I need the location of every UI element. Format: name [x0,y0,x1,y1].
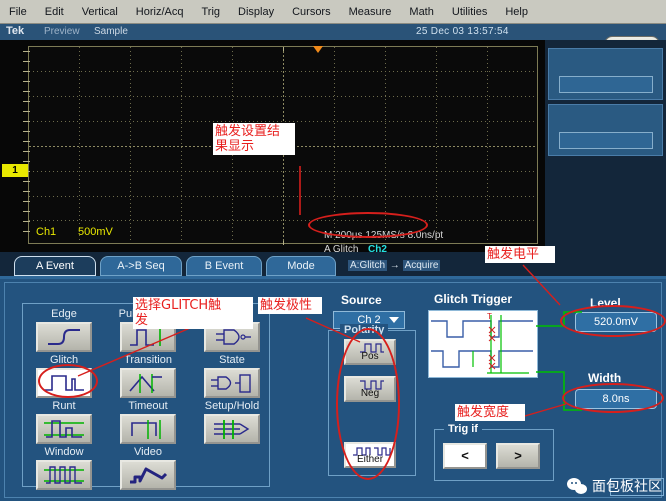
menu-bar: File Edit Vertical Horiz/Acq Trig Displa… [0,0,666,24]
channel-1-label: Ch1 [36,226,57,238]
menu-item-edit[interactable]: Edit [36,1,73,23]
video-icon [130,467,168,484]
tab-a-event[interactable]: A Event [14,256,96,276]
trig-if-label: Trig if [444,423,482,435]
trigger-position-marker[interactable] [313,46,323,53]
arrow-icon: → [389,260,400,271]
menu-item-utilities[interactable]: Utilities [443,1,496,23]
vertical-tick-ladder [22,46,30,244]
trigger-type-edge[interactable] [36,322,92,352]
annotation-ellipse-width [562,383,664,413]
anno-trigger-level: 触发电平 [485,246,555,263]
trigger-type-label-runt: Runt [52,400,76,412]
menu-item-display[interactable]: Display [229,1,283,23]
side-panel-field-2[interactable] [559,132,653,149]
watermark: 面包板社区 [566,475,662,497]
trigger-type-label-video: Video [134,446,162,458]
chevron-down-icon [389,317,399,323]
state-icon [211,374,251,393]
svg-text:T: T [487,312,492,321]
trig-if-greater-than-button[interactable]: > [496,443,540,469]
trigger-type-state[interactable] [204,368,260,398]
side-panel-box-1[interactable] [548,48,663,100]
trigger-type-window[interactable] [36,460,92,490]
trigger-status-action: Acquire [402,260,441,271]
anno-result-display: 触发设置结 果显示 [213,123,295,155]
menu-item-math[interactable]: Math [400,1,442,23]
trigger-type-timeout[interactable] [120,414,176,444]
menu-item-vertical[interactable]: Vertical [73,1,127,23]
trig-if-less-than-button[interactable]: < [443,443,487,469]
menu-item-help[interactable]: Help [496,1,537,23]
anno-select-glitch: 选择GLITCH触 发 [133,297,253,329]
trigger-type-transition[interactable] [120,368,176,398]
menu-item-cursors[interactable]: Cursors [283,1,340,23]
trigger-type-setup-hold[interactable] [204,414,260,444]
setup-hold-icon [214,420,250,439]
side-panel-box-2[interactable] [548,104,663,156]
side-panel-field-1[interactable] [559,76,653,93]
anno-trigger-width: 触发宽度 [455,404,525,421]
glitch-trigger-diagram: T [428,310,538,378]
trigger-status-source: A:Glitch [348,260,388,271]
acquisition-mode: Sample [94,26,128,37]
side-button-panel [545,40,666,252]
watermark-text: 面包板社区 [592,479,662,495]
trigger-type-label-setup-hold: Setup/Hold [204,400,260,412]
channel-1-marker[interactable]: 1 [2,164,28,177]
glitch-trigger-title: Glitch Trigger [434,292,513,306]
runt-icon [44,420,84,438]
annotation-ellipse-trigger-readout [308,212,428,238]
tab-a-b-seq[interactable]: A->B Seq [100,256,182,276]
transition-icon [129,374,162,393]
trigger-type-label-window: Window [44,446,84,458]
channel-1-scale: 500mV [78,226,113,238]
source-label: Source [341,293,382,307]
status-bar: Tek Preview Sample 25 Dec 03 13:57:54 [0,24,666,40]
trigger-type-label-transition: Transition [124,354,172,366]
annotation-ellipse-glitch-button [38,364,98,398]
trigger-status-readout: A:Glitch → Acquire [348,260,441,271]
tab-b-event[interactable]: B Event [186,256,262,276]
tek-logo: Tek [6,25,25,37]
menu-item-horiz-acq[interactable]: Horiz/Acq [127,1,193,23]
trigger-type-label-state: State [219,354,245,366]
timestamp: 25 Dec 03 13:57:54 [416,26,509,37]
preview-indicator: Preview [44,26,80,37]
wechat-icon [567,478,587,494]
trigger-type-label-edge: Edge [51,308,77,320]
glitch-waveform-icon: T [431,312,533,374]
trigger-type-runt[interactable] [36,414,92,444]
timeout-icon [131,420,161,439]
menu-item-trig[interactable]: Trig [192,1,229,23]
annotation-ellipse-level [560,305,666,337]
trigger-type-video[interactable] [120,460,176,490]
menu-item-file[interactable]: File [0,1,36,23]
tab-mode[interactable]: Mode [266,256,336,276]
anno-trigger-polarity: 触发极性 [258,297,322,314]
annotation-ellipse-polarity [336,328,400,480]
menu-item-measure[interactable]: Measure [340,1,401,23]
edge-icon [48,329,80,345]
window-icon [44,466,84,484]
trigger-type-label-timeout: Timeout [128,400,168,412]
